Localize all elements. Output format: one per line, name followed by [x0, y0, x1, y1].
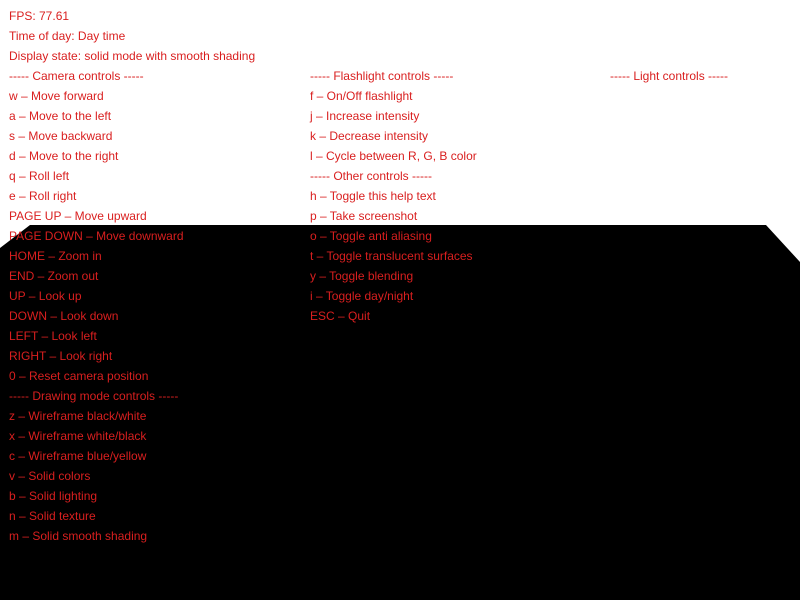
- camera-control-item: HOME – Zoom in: [9, 249, 102, 263]
- help-column-right: ----- Light controls -----: [610, 68, 728, 88]
- other-control-item: y – Toggle blending: [310, 269, 414, 283]
- camera-control-item: 0 – Reset camera position: [9, 369, 149, 383]
- display-state-readout: Display state: solid mode with smooth sh…: [9, 49, 256, 63]
- other-control-item: i – Toggle day/night: [310, 289, 414, 303]
- flashlight-controls-header: ----- Flashlight controls -----: [310, 69, 454, 83]
- flashlight-control-item: k – Decrease intensity: [310, 129, 429, 143]
- drawing-control-item: v – Solid colors: [9, 469, 91, 483]
- flashlight-control-item: f – On/Off flashlight: [310, 89, 413, 103]
- other-control-item: o – Toggle anti aliasing: [310, 229, 432, 243]
- camera-control-item: s – Move backward: [9, 129, 113, 143]
- drawing-control-item: b – Solid lighting: [9, 489, 98, 503]
- flashlight-control-item: l – Cycle between R, G, B color: [310, 149, 477, 163]
- camera-control-item: END – Zoom out: [9, 269, 99, 283]
- drawing-controls-header: ----- Drawing mode controls -----: [9, 389, 179, 403]
- camera-control-item: w – Move forward: [9, 89, 104, 103]
- camera-control-item: RIGHT – Look right: [9, 349, 113, 363]
- drawing-control-item: x – Wireframe white/black: [9, 429, 147, 443]
- flashlight-control-item: j – Increase intensity: [310, 109, 420, 123]
- fps-readout: FPS: 77.61: [9, 9, 70, 23]
- other-control-item: p – Take screenshot: [310, 209, 418, 223]
- drawing-control-item: c – Wireframe blue/yellow: [9, 449, 147, 463]
- camera-control-item: a – Move to the left: [9, 109, 112, 123]
- camera-controls-header: ----- Camera controls -----: [9, 69, 144, 83]
- camera-control-item: LEFT – Look left: [9, 329, 97, 343]
- help-column-left: ----- Camera controls ----- w – Move for…: [9, 68, 184, 548]
- drawing-control-item: z – Wireframe black/white: [9, 409, 147, 423]
- camera-control-item: d – Move to the right: [9, 149, 119, 163]
- time-of-day-readout: Time of day: Day time: [9, 29, 126, 43]
- light-controls-header: ----- Light controls -----: [610, 69, 729, 83]
- other-control-item: ESC – Quit: [310, 309, 371, 323]
- camera-control-item: PAGE UP – Move upward: [9, 209, 147, 223]
- help-column-middle: ----- Flashlight controls ----- f – On/O…: [310, 68, 477, 328]
- camera-control-item: PAGE DOWN – Move downward: [9, 229, 184, 243]
- camera-control-item: UP – Look up: [9, 289, 82, 303]
- status-panel: FPS: 77.61 Time of day: Day time Display…: [9, 8, 255, 68]
- other-control-item: t – Toggle translucent surfaces: [310, 249, 473, 263]
- drawing-control-item: m – Solid smooth shading: [9, 529, 148, 543]
- camera-control-item: e – Roll right: [9, 189, 77, 203]
- render-viewport[interactable]: FPS: 77.61 Time of day: Day time Display…: [0, 0, 800, 600]
- other-control-item: h – Toggle this help text: [310, 189, 436, 203]
- camera-control-item: DOWN – Look down: [9, 309, 119, 323]
- drawing-control-item: n – Solid texture: [9, 509, 96, 523]
- other-controls-header: ----- Other controls -----: [310, 169, 432, 183]
- camera-control-item: q – Roll left: [9, 169, 70, 183]
